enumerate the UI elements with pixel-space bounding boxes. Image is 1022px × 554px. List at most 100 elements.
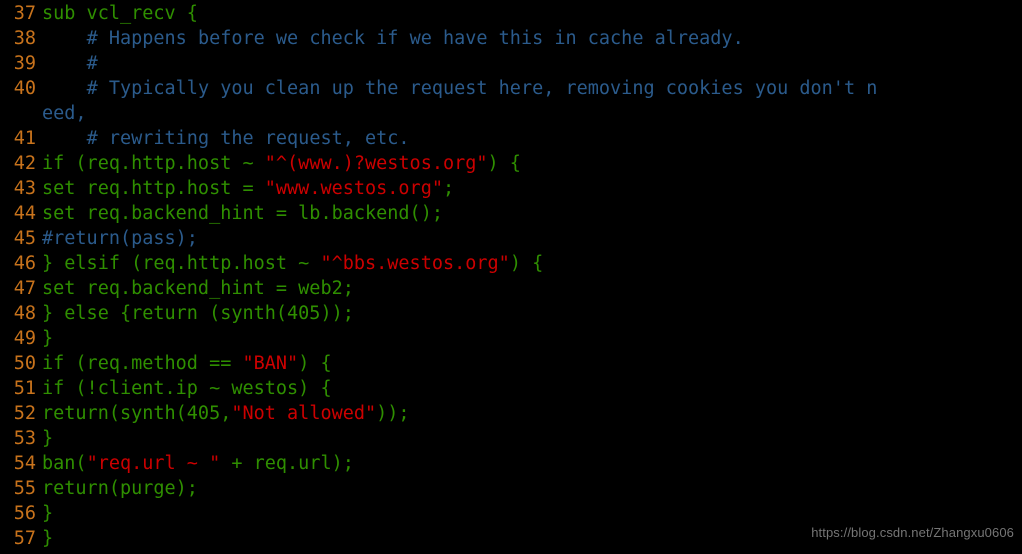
code-line[interactable]: 50 if (req.method == "BAN") { [0,351,1022,376]
token-code: ) { [509,253,544,274]
line-number: 53 [13,428,36,449]
code-line[interactable]: 44 set req.backend_hint = lb.backend(); [0,201,1022,226]
line-number: 51 [13,378,36,399]
code-line[interactable]: 52 return(synth(405,"Not allowed")); [0,401,1022,426]
token-code: ban( [42,453,87,474]
line-number: 48 [13,303,36,324]
line-number: 52 [13,403,36,424]
code-line-list: 37 sub vcl_recv {38 # Happens before we c… [0,0,1022,551]
token-string: "Not allowed" [231,403,377,424]
line-content: ban("req.url ~ " + req.url); [36,451,354,476]
code-line-wrapped[interactable]: eed, [0,101,1022,126]
token-comment: eed, [42,103,87,124]
token-code: )); [376,403,410,424]
code-line[interactable]: 48 } else {return (synth(405)); [0,301,1022,326]
token-code: if (req.http.host ~ [42,153,265,174]
code-line[interactable]: 53} [0,426,1022,451]
token-code: if (req.method == [42,353,243,374]
line-number: 43 [13,178,36,199]
line-content: # rewriting the request, etc. [36,126,410,151]
line-content: eed, [36,101,87,126]
code-line[interactable]: 42 if (req.http.host ~ "^(www.)?westos.or… [0,151,1022,176]
line-content: set req.http.host = "www.westos.org"; [36,176,454,201]
token-code: set req.http.host = [42,178,265,199]
token-code: } [42,328,54,349]
token-string: "req.url ~ " [86,453,221,474]
line-number: 47 [13,278,36,299]
code-line[interactable]: 43 set req.http.host = "www.westos.org"; [0,176,1022,201]
token-code: if (!client.ip ~ westos) { [42,378,332,399]
line-content: } [36,326,53,351]
line-content: # Happens before we check if we have thi… [36,26,744,51]
code-line[interactable]: 37 sub vcl_recv { [0,1,1022,26]
line-number: 41 [13,128,36,149]
watermark-url: https://blog.csdn.net/Zhangxu0606 [811,525,1014,540]
code-line[interactable]: 55 return(purge); [0,476,1022,501]
line-number: 42 [13,153,36,174]
line-number: 44 [13,203,36,224]
line-number: 55 [13,478,36,499]
token-comment: # Typically you clean up the request her… [86,78,878,99]
code-line[interactable]: 45 #return(pass); [0,226,1022,251]
token-code: } [42,528,54,549]
token-comment: #return(pass); [42,228,198,249]
line-number: 56 [13,503,36,524]
token-code: } [42,428,54,449]
token-code: ; [442,178,455,199]
code-line[interactable]: 40 # Typically you clean up the request … [0,76,1022,101]
code-line[interactable]: 56} [0,501,1022,526]
line-content: } else {return (synth(405)); [36,301,354,326]
code-line[interactable]: 51 if (!client.ip ~ westos) { [0,376,1022,401]
token-code: ) { [487,153,521,174]
line-content: if (req.http.host ~ "^(www.)?westos.org"… [36,151,521,176]
line-content: } [36,501,53,526]
token-comment: # Happens before we check if we have thi… [86,28,744,49]
line-number: 46 [13,253,36,274]
line-content: #return(pass); [36,226,198,251]
line-content: set req.backend_hint = web2; [36,276,354,301]
line-content: set req.backend_hint = lb.backend(); [36,201,443,226]
code-viewer[interactable]: 37 sub vcl_recv {38 # Happens before we c… [0,0,1022,554]
line-number: 57 [13,528,36,549]
code-line[interactable]: 54 ban("req.url ~ " + req.url); [0,451,1022,476]
token-code: sub vcl_recv { [42,3,198,24]
code-line[interactable]: 47 set req.backend_hint = web2; [0,276,1022,301]
line-number: 49 [13,328,36,349]
token-code: set req.backend_hint = lb.backend(); [42,203,443,224]
line-content: if (!client.ip ~ westos) { [36,376,332,401]
line-content: } [36,526,53,551]
token-code: return(purge); [42,478,198,499]
code-line[interactable]: 38 # Happens before we check if we have … [0,26,1022,51]
line-number: 40 [13,78,36,99]
line-number: 37 [13,3,36,24]
line-number: 54 [13,453,36,474]
token-comment: # rewriting the request, etc. [86,128,410,149]
token-string: "^(www.)?westos.org" [264,153,488,174]
line-number: 45 [13,228,36,249]
token-code [42,128,87,149]
token-string: "BAN" [242,353,299,374]
line-content: } elsif (req.http.host ~ "^bbs.westos.or… [36,251,543,276]
token-code: + req.url); [220,453,354,474]
line-number: 50 [13,353,36,374]
line-number: 38 [13,28,36,49]
token-code: } else {return (synth(405)); [42,303,354,324]
token-code [42,28,87,49]
code-line[interactable]: 41 # rewriting the request, etc. [0,126,1022,151]
code-line[interactable]: 39 # [0,51,1022,76]
token-code: ) { [298,353,332,374]
token-code: return(synth(405, [42,403,232,424]
line-content: return(synth(405,"Not allowed")); [36,401,410,426]
token-code: } [42,503,54,524]
token-string: "^bbs.westos.org" [320,253,510,274]
token-string: "www.westos.org" [264,178,443,199]
line-number: 39 [13,53,36,74]
token-code [42,53,87,74]
token-comment: # [86,53,98,74]
token-code: set req.backend_hint = web2; [42,278,354,299]
line-content: sub vcl_recv { [36,1,198,26]
token-code: } elsif (req.http.host ~ [42,253,321,274]
code-line[interactable]: 46} elsif (req.http.host ~ "^bbs.westos.… [0,251,1022,276]
code-line[interactable]: 49} [0,326,1022,351]
line-content: } [36,426,53,451]
